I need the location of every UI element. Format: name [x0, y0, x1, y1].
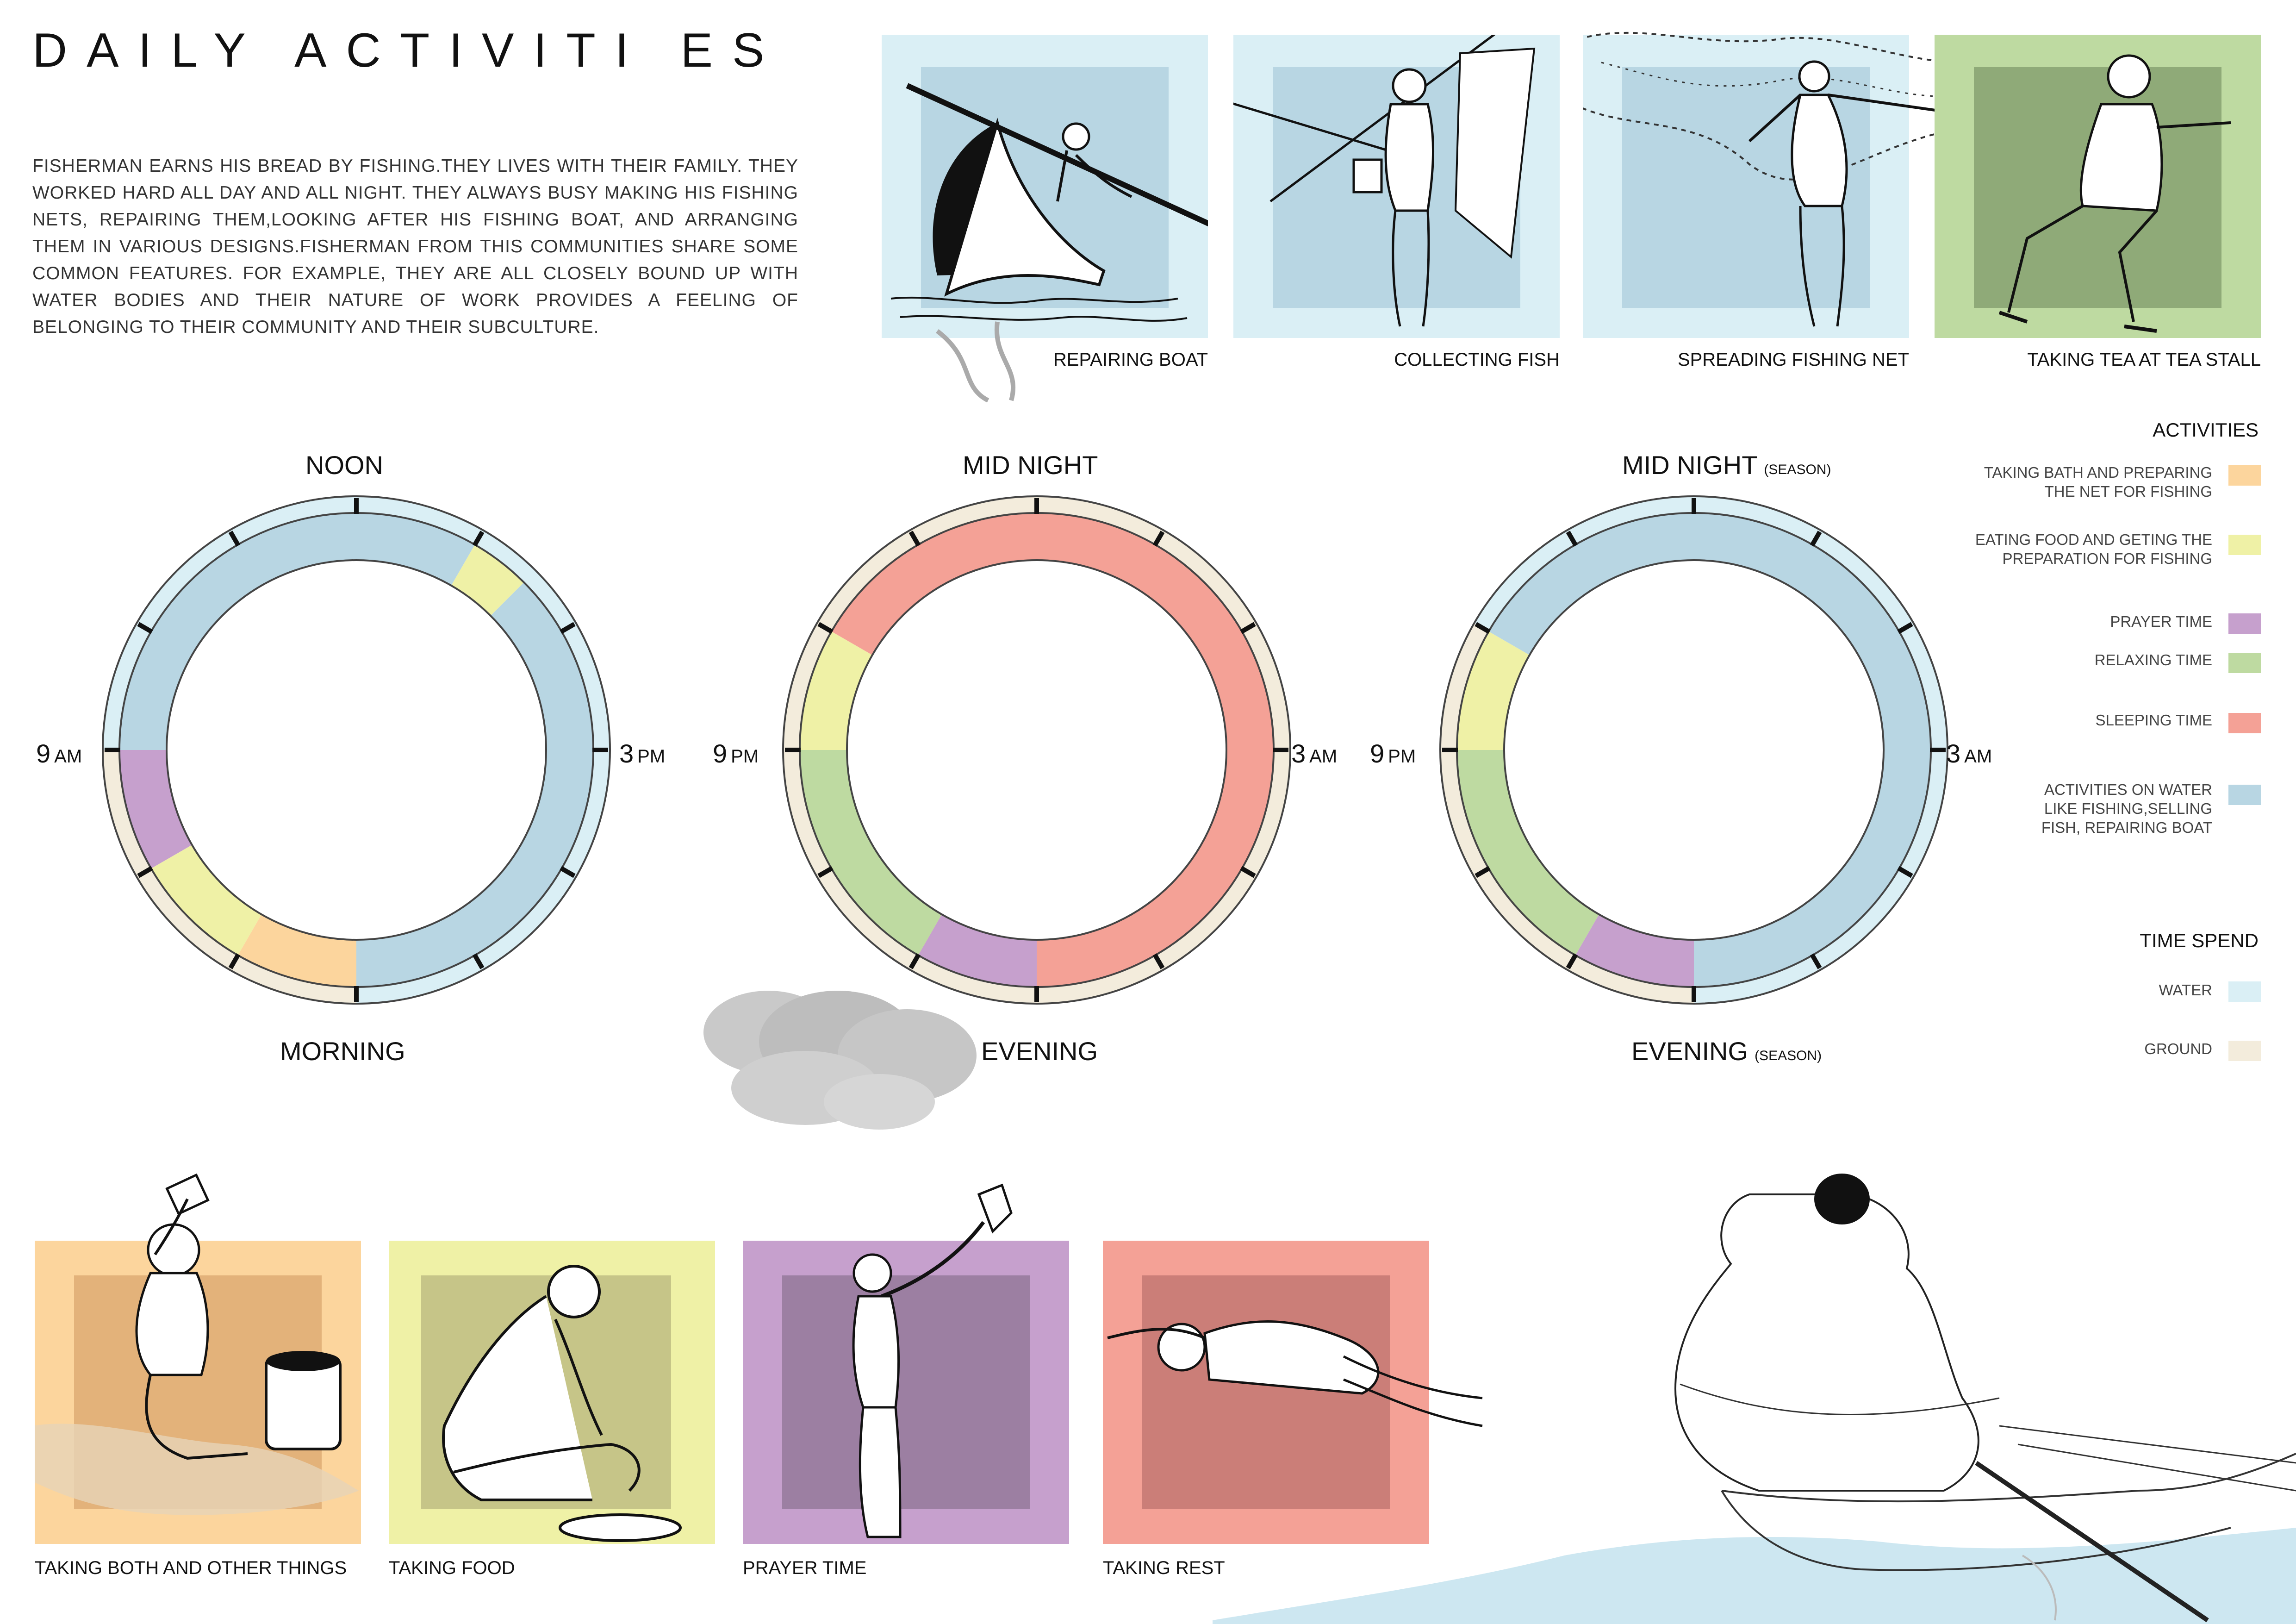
legend-label-ground: GROUND	[2144, 1040, 2212, 1057]
panel-taking-food: TAKING FOOD	[389, 1241, 715, 1578]
time-segment-ground	[783, 496, 1290, 1004]
prayer-illustration	[852, 1183, 1013, 1538]
clock-ring-1	[102, 495, 611, 1005]
legend-swatch-ground	[2228, 1041, 2261, 1061]
clock-diagrams	[102, 495, 1948, 1005]
legend-label-prayer: PRAYER TIME	[2110, 613, 2212, 630]
panel-caption: PRAYER TIME	[743, 1558, 867, 1578]
clock-ring-2	[782, 495, 1291, 1005]
legend-swatch-prayer	[2228, 613, 2261, 634]
legend-label-eating: EATING FOOD AND GETING THE PREPARATION F…	[1975, 531, 2212, 567]
incense-smoke-illustration	[703, 991, 977, 1130]
eating-illustration	[442, 1265, 682, 1542]
legend-swatch-eating	[2228, 535, 2261, 555]
bathing-illustration	[35, 1173, 359, 1515]
fisherman-boat-illustration	[1213, 1174, 2296, 1624]
legend-swatch-sleeping	[2228, 713, 2261, 733]
clock-1-left-time: 9 AM	[36, 739, 82, 768]
legend-time-heading: TIME SPEND	[2140, 930, 2259, 951]
ring-outline	[1503, 559, 1885, 941]
clock-1-right-time: 3 PM	[619, 739, 666, 768]
legend-label-bathing: TAKING BATH AND PREPARING THE NET FOR FI…	[1984, 464, 2212, 500]
ring-outline	[846, 559, 1227, 941]
legend-swatch-bathing	[2228, 465, 2261, 486]
legend-label-water: WATER	[2159, 981, 2212, 999]
clock-3-bottom-label: EVENING (SEASON)	[1631, 1037, 1822, 1066]
panel-taking-bath: TAKING BOTH AND OTHER THINGS	[35, 1173, 361, 1578]
clock-1-top-label: NOON	[305, 450, 383, 480]
clock-3-top-label: MID NIGHT (SEASON)	[1622, 450, 1831, 480]
legend-label-water-activities: ACTIVITIES ON WATER LIKE FISHING,SELLING…	[2041, 781, 2212, 836]
legend-swatch-water-activities	[2228, 785, 2261, 805]
legend-label-relaxing: RELAXING TIME	[2094, 651, 2212, 668]
panel-prayer-time: PRAYER TIME	[743, 1183, 1069, 1578]
clock-3-left-time: 9 PM	[1370, 739, 1416, 768]
legend-swatch-water	[2228, 981, 2261, 1002]
legend-activities-heading: ACTIVITIES	[2153, 419, 2259, 441]
panel-caption: TAKING FOOD	[389, 1558, 515, 1578]
legend-label-sleeping: SLEEPING TIME	[2095, 712, 2212, 729]
clock-2-top-label: MID NIGHT	[963, 450, 1098, 480]
clock-ring-3	[1439, 495, 1948, 1005]
activity-segment-water-activities	[356, 582, 593, 987]
clock-3-right-time: 3 AM	[1946, 739, 1992, 768]
clock-1-bottom-label: MORNING	[280, 1037, 405, 1066]
panel-caption: TAKING BOTH AND OTHER THINGS	[35, 1558, 347, 1578]
clock-2-right-time: 3 AM	[1291, 739, 1338, 768]
legend-swatch-relaxing	[2228, 653, 2261, 673]
panel-caption: TAKING REST	[1103, 1558, 1225, 1578]
activity-segment-water-activities	[1694, 513, 1931, 987]
ring-outline	[166, 559, 547, 941]
clock-2-left-time: 9 PM	[713, 739, 759, 768]
activity-segment-water-activities	[119, 513, 356, 750]
